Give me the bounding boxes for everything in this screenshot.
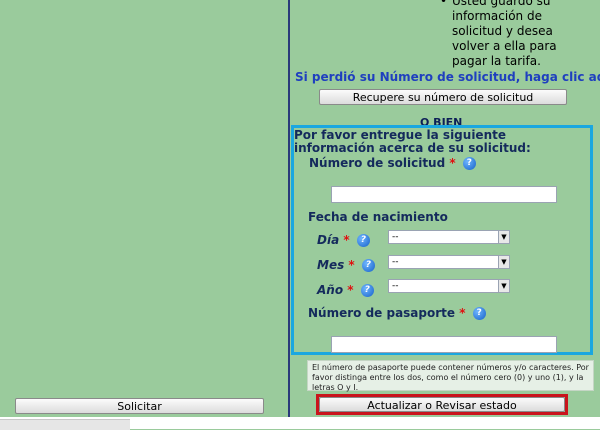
- required-mark: *: [348, 258, 355, 272]
- help-icon[interactable]: ?: [360, 284, 374, 297]
- help-icon[interactable]: ?: [361, 259, 375, 272]
- day-select[interactable]: -- ▼: [388, 230, 510, 244]
- application-number-label: Número de solicitud * ?: [309, 156, 476, 170]
- lost-number-text: Si perdió su Número de solicitud, haga c…: [295, 70, 600, 84]
- bullet-line: Usted guardó su: [452, 0, 551, 8]
- application-number-input[interactable]: [331, 186, 557, 203]
- bullet-line: volver a ella para: [452, 39, 557, 53]
- required-mark: *: [343, 233, 350, 247]
- day-label: Día * ?: [317, 233, 370, 247]
- bullet-line: pagar la tarifa.: [452, 54, 541, 68]
- passport-number-label: Número de pasaporte * ?: [308, 306, 486, 320]
- bullet-icon: •: [440, 0, 448, 8]
- month-select[interactable]: -- ▼: [388, 255, 510, 269]
- year-label: Año * ?: [317, 283, 374, 297]
- form-intro: Por favor entregue la siguiente informac…: [294, 128, 531, 155]
- dropdown-arrow-icon: ▼: [498, 280, 509, 292]
- help-icon[interactable]: ?: [356, 234, 370, 247]
- recover-number-button[interactable]: Recupere su número de solicitud: [319, 89, 567, 105]
- info-bullet: • Usted guardó su información de solicit…: [440, 0, 592, 69]
- required-mark: *: [449, 156, 456, 170]
- dropdown-arrow-icon: ▼: [498, 256, 509, 268]
- submit-button[interactable]: Solicitar: [15, 398, 264, 414]
- bullet-line: solicitud y desea: [452, 24, 553, 38]
- dropdown-arrow-icon: ▼: [498, 231, 509, 243]
- year-select[interactable]: -- ▼: [388, 279, 510, 293]
- help-icon[interactable]: ?: [472, 307, 486, 320]
- required-mark: *: [347, 283, 354, 297]
- month-label: Mes * ?: [317, 258, 375, 272]
- column-divider: [288, 0, 290, 417]
- help-icon[interactable]: ?: [462, 157, 476, 170]
- passport-note: El número de pasaporte puede contener nú…: [307, 360, 594, 392]
- status-bar-tab: [0, 419, 130, 430]
- passport-number-input[interactable]: [331, 336, 557, 353]
- birth-date-label: Fecha de nacimiento: [308, 210, 448, 224]
- required-mark: *: [459, 306, 466, 320]
- bullet-line: información de: [452, 9, 542, 23]
- update-status-button[interactable]: Actualizar o Revisar estado: [319, 397, 565, 412]
